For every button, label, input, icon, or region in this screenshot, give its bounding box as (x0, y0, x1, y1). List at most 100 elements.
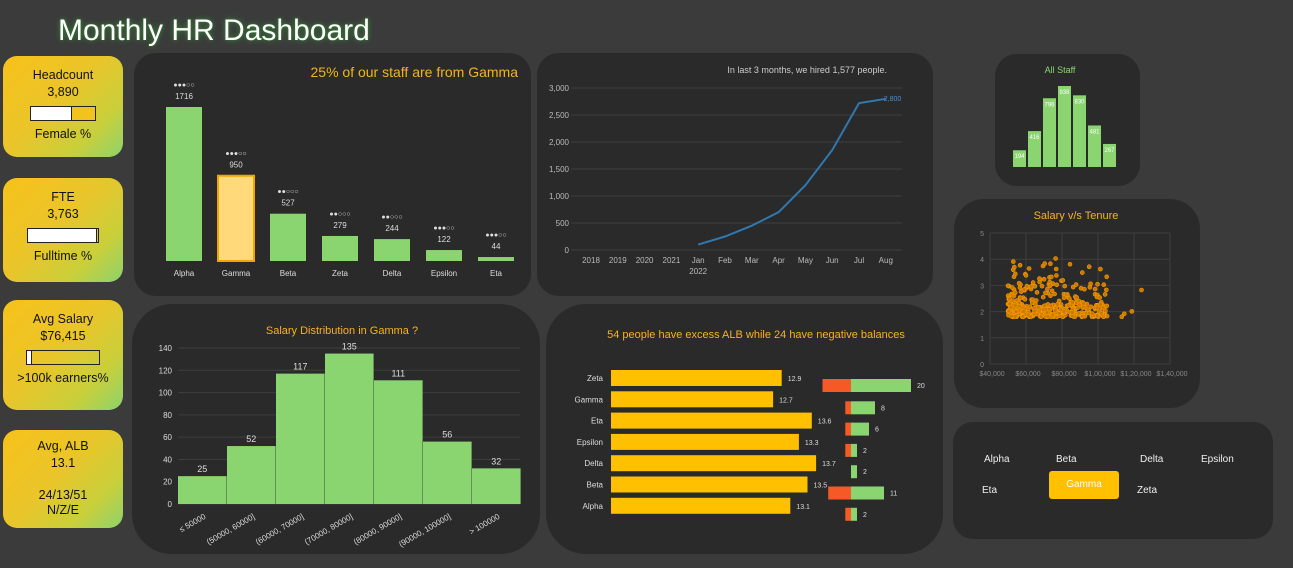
dept-bar (270, 213, 306, 261)
alb-excess-label: 2 (863, 469, 867, 476)
scatter-point (1085, 306, 1091, 312)
dept-rating-label: ●●●○○ (485, 232, 506, 239)
scatter-xtick: $60,000 (1015, 371, 1040, 378)
salary-dist-bar (423, 441, 472, 504)
scatter-point (1008, 305, 1014, 310)
slicer-item-zeta[interactable]: Zeta (1137, 477, 1207, 505)
scatter-point (1048, 293, 1053, 298)
hires-ytick: 3,000 (549, 84, 570, 93)
dept-category-label: Epsilon (431, 269, 457, 278)
salary-dist-chart: Salary Distribution in Gamma ? 140 120 100… (159, 325, 521, 549)
hires-xtick: Jul (854, 256, 864, 265)
all-staff-bar (1073, 95, 1086, 167)
scatter-point (1026, 266, 1032, 271)
hires-xtick: Jun (826, 256, 839, 265)
scatter-point (1011, 264, 1017, 270)
scatter-point (1090, 311, 1095, 316)
scatter-ytick: 2 (980, 310, 984, 317)
slicer-item-gamma[interactable]: Gamma (1049, 471, 1119, 499)
kpi-salary-label: Avg Salary (32, 312, 94, 326)
alb-negative-bar (822, 379, 851, 392)
all-staff-value: 481 (1089, 129, 1100, 135)
salary-dist-ytick: 40 (163, 455, 172, 464)
dept-value-label: 950 (229, 161, 243, 170)
alb-category: Epsilon (577, 438, 603, 447)
dept-value-label: 279 (333, 221, 347, 230)
salary-dist-ytick: 80 (163, 411, 172, 420)
slicer-item-delta[interactable]: Delta (1140, 446, 1210, 474)
dept-bar (166, 107, 202, 261)
scatter-point (1017, 262, 1023, 268)
hires-chart-panel: In last 3 months, we hired 1,577 people.… (537, 53, 933, 296)
scatter-title: Salary v/s Tenure (1034, 210, 1119, 222)
scatter-panel: Salary v/s Tenure 5 4 3 2 1 0 $40,000 $60,000 $8… (954, 199, 1200, 408)
alb-value: 13.5 (814, 483, 828, 490)
alb-excess-label: 11 (890, 491, 897, 498)
scatter-point (1029, 284, 1034, 289)
slicer-item-epsilon[interactable]: Epsilon (1201, 446, 1271, 474)
scatter-point (1047, 279, 1052, 285)
kpi-fte-value: 3,763 (47, 207, 79, 221)
kpi-headcount-label: Headcount (32, 68, 94, 82)
dept-category-label: Eta (490, 269, 503, 278)
slicer-item-eta[interactable]: Eta (982, 477, 1052, 505)
scatter-point (1065, 303, 1071, 308)
scatter-point (1005, 283, 1011, 289)
hires-ytick: 1,500 (549, 165, 570, 174)
alb-bar (611, 497, 791, 514)
scatter-point (1034, 290, 1040, 295)
scatter-xtick: $1,40,000 (1156, 371, 1187, 378)
hires-ytick: 2,500 (549, 111, 570, 120)
alb-chart: 54 people have excess ALB while 24 have … (575, 329, 925, 521)
dept-bar (426, 250, 462, 261)
slicer-item-alpha[interactable]: Alpha (984, 446, 1054, 474)
scatter-point (1080, 270, 1085, 275)
salary-dist-ytick: 140 (159, 344, 173, 353)
slicer-item-beta[interactable]: Beta (1056, 446, 1126, 474)
scatter-point (1070, 284, 1076, 290)
all-staff-value: 830 (1074, 99, 1085, 105)
scatter-point (1054, 273, 1059, 278)
scatter-point (1102, 292, 1108, 297)
alb-value: 13.1 (796, 504, 810, 511)
alb-bar (611, 455, 817, 472)
alb-negative-bar (845, 422, 851, 436)
dept-bar (217, 174, 255, 262)
kpi-headcount-value: 3,890 (47, 85, 79, 99)
all-staff-panel: All Staff 194 416 796 938 830 481 267 (995, 54, 1140, 186)
scatter-point (1070, 300, 1075, 305)
salary-dist-value: 111 (391, 368, 405, 378)
scatter-ytick: 0 (980, 362, 984, 369)
salary-dist-category: (60000, 70000] (254, 512, 305, 547)
alb-negative-bar (845, 507, 851, 521)
scatter-point (1050, 312, 1056, 318)
salary-dist-category: (50000, 60000] (205, 512, 256, 547)
dept-bar (322, 235, 358, 261)
dept-category-label: Gamma (222, 269, 251, 278)
alb-excess-label: 2 (863, 448, 867, 455)
hires-xtick: Feb (718, 256, 732, 265)
salary-dist-ytick: 120 (159, 366, 173, 375)
salary-dist-ytick: 100 (159, 389, 173, 398)
scatter-point (1062, 283, 1067, 289)
scatter-point (1098, 310, 1104, 316)
all-staff-bar (1043, 98, 1056, 167)
alb-negative-bar (845, 443, 851, 457)
alb-value: 12.7 (779, 397, 793, 404)
kpi-fte: FTE 3,763 Fulltime % (3, 178, 123, 282)
alb-category: Gamma (575, 395, 604, 404)
scatter-point (1013, 309, 1019, 314)
alb-value: 13.6 (818, 419, 832, 426)
scatter-point (1075, 305, 1080, 311)
alb-negative-bar (845, 401, 851, 415)
scatter-point (1104, 274, 1109, 280)
kpi-alb-ratio: 24/13/51 (38, 488, 88, 502)
hires-chart: In last 3 months, we hired 1,577 people.… (549, 65, 902, 276)
scatter-point (1009, 285, 1015, 290)
hires-xtick: Aug (879, 256, 893, 265)
scatter-point (1020, 314, 1026, 319)
scatter-point (1030, 280, 1036, 285)
department-slicer: Alpha Beta Delta Epsilon Eta Gamma Zeta (953, 422, 1273, 539)
scatter-point (1139, 287, 1144, 293)
scatter-point (1082, 286, 1087, 292)
